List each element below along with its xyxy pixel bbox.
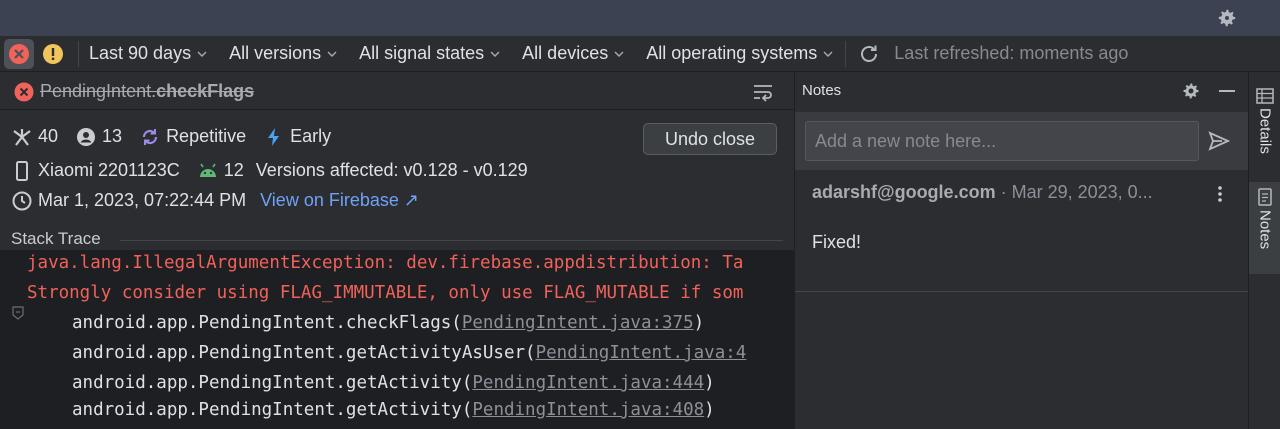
events-count: 40 — [38, 126, 59, 146]
note-composer: Add a new note here... — [795, 112, 1248, 170]
repetitive-signal-icon — [140, 127, 160, 147]
clock-icon — [12, 191, 32, 211]
settings-gear-icon[interactable] — [1216, 7, 1238, 29]
notes-tab[interactable]: Notes — [1249, 182, 1280, 274]
chevron-down-icon — [197, 51, 207, 57]
chevron-down-icon — [327, 51, 337, 57]
signal-repetitive: Repetitive — [166, 126, 247, 146]
title-bar — [0, 0, 1280, 36]
refresh-icon[interactable] — [858, 43, 880, 65]
source-link[interactable]: PendingIntent.java:444 — [472, 373, 704, 393]
closed-issue-icon — [14, 82, 34, 102]
toolbar-separator — [78, 40, 79, 67]
view-on-firebase-link[interactable]: View on Firebase ↗ — [260, 190, 419, 211]
minimize-icon[interactable] — [1219, 90, 1235, 92]
stack-frame: android.app.PendingIntent.getActivity(Pe… — [72, 400, 715, 420]
fatal-filter-toggle[interactable] — [4, 38, 34, 69]
notes-title: Notes — [802, 82, 842, 99]
details-tab-label: Details — [1256, 108, 1274, 154]
notes-settings-icon[interactable] — [1181, 81, 1201, 101]
right-tool-bar: Details Notes — [1248, 72, 1280, 429]
note-text: Fixed! — [812, 232, 862, 252]
notes-tab-label: Notes — [1256, 210, 1274, 250]
fold-icon[interactable] — [12, 306, 24, 320]
event-timestamp: Mar 1, 2023, 07:22:44 PM — [38, 190, 247, 210]
stack-trace-view[interactable]: java.lang.IllegalArgumentException: dev.… — [0, 250, 794, 429]
users-icon — [76, 127, 96, 147]
signal-states-dropdown[interactable]: All signal states — [359, 43, 500, 64]
soft-wrap-icon[interactable] — [752, 82, 774, 102]
exception-line: Strongly consider using FLAG_IMMUTABLE, … — [27, 283, 744, 303]
time-range-dropdown[interactable]: Last 90 days — [89, 43, 207, 64]
device-name: Xiaomi 2201123C — [38, 160, 180, 180]
issue-details-panel: PendingIntent.checkFlags 40 13 Repetitiv… — [0, 72, 794, 429]
signal-early: Early — [290, 126, 332, 146]
versions-dropdown[interactable]: All versions — [229, 43, 337, 64]
warning-icon — [43, 43, 63, 64]
notes-panel: Notes Add a new note here... adarshf@goo… — [795, 72, 1248, 429]
new-note-input[interactable]: Add a new note here... — [805, 121, 1199, 161]
operating-systems-dropdown[interactable]: All operating systems — [646, 43, 833, 64]
stack-frame: android.app.PendingIntent.getActivityAsU… — [72, 343, 747, 363]
more-options-icon[interactable] — [1215, 184, 1225, 204]
chevron-down-icon — [823, 51, 833, 57]
last-refreshed-text: Last refreshed: moments ago — [894, 43, 1129, 63]
chevron-down-icon — [614, 51, 624, 57]
source-link[interactable]: PendingIntent.java:4 — [536, 343, 747, 363]
details-tab[interactable]: Details — [1249, 82, 1280, 178]
source-link[interactable]: PendingIntent.java:375 — [462, 313, 694, 333]
android-version: 12 — [223, 160, 244, 180]
note-item: adarshf@google.com · Mar 29, 2023, 0... … — [795, 170, 1248, 292]
stats-row: 40 13 Repetitive Early — [12, 126, 331, 147]
issue-title: PendingIntent.checkFlags — [40, 81, 255, 101]
issue-header: PendingIntent.checkFlags — [0, 72, 794, 110]
versions-affected: Versions affected: v0.128 - v0.129 — [255, 160, 528, 180]
exception-line: java.lang.IllegalArgumentException: dev.… — [27, 253, 744, 273]
events-icon — [12, 127, 32, 147]
undo-close-button[interactable]: Undo close — [643, 123, 777, 155]
android-icon — [198, 161, 218, 181]
stack-trace-label: Stack Trace — [11, 229, 101, 248]
stack-trace-divider — [120, 240, 783, 241]
toolbar-separator — [845, 40, 847, 67]
timestamp-row: Mar 1, 2023, 07:22:44 PM View on Firebas… — [12, 190, 419, 211]
issue-meta: 40 13 Repetitive Early Undo close Xiaomi… — [0, 110, 794, 429]
note-icon — [1258, 188, 1272, 206]
devices-dropdown[interactable]: All devices — [522, 43, 624, 64]
table-icon — [1256, 88, 1274, 104]
chevron-down-icon — [490, 51, 500, 57]
nonfatal-filter-toggle[interactable] — [38, 39, 68, 69]
phone-icon — [12, 160, 32, 181]
notes-header: Notes — [795, 72, 1248, 110]
send-icon[interactable] — [1208, 131, 1230, 151]
device-row: Xiaomi 2201123C 12 Versions affected: v0… — [12, 160, 528, 181]
stack-frame: android.app.PendingIntent.checkFlags(Pen… — [72, 313, 705, 333]
filter-toolbar: Last 90 days All versions All signal sta… — [0, 36, 1280, 72]
early-signal-icon — [264, 127, 284, 147]
stack-frame: android.app.PendingIntent.getActivity(Pe… — [72, 373, 715, 393]
users-count: 13 — [102, 126, 123, 146]
source-link[interactable]: PendingIntent.java:408 — [472, 400, 704, 420]
note-author-line: adarshf@google.com · Mar 29, 2023, 0... — [812, 182, 1153, 202]
error-icon — [9, 43, 29, 64]
